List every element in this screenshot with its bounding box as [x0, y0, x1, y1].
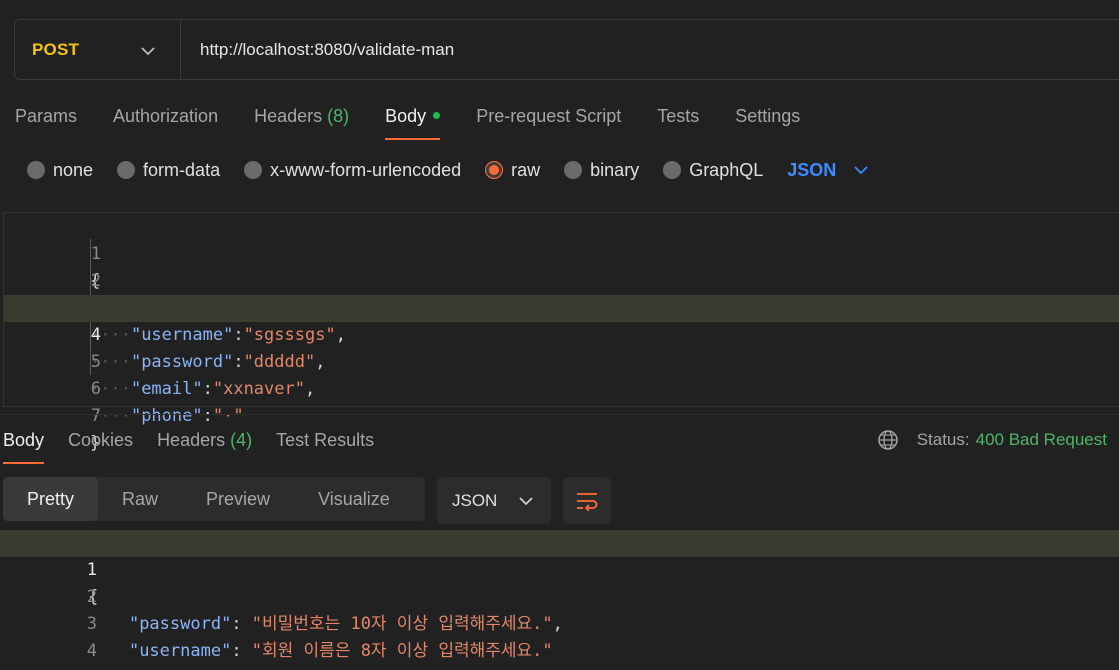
tab-label: Authorization — [113, 106, 219, 126]
tab-label: Test Results — [276, 430, 375, 450]
tab-label: Body — [385, 106, 427, 126]
radio-circle-icon — [117, 161, 136, 179]
json-value: "·" — [212, 406, 244, 426]
body-language-label: JSON — [787, 159, 837, 180]
wrap-lines-icon — [577, 492, 598, 511]
tab-label: Headers — [157, 430, 226, 450]
chevron-down-icon — [141, 47, 155, 56]
radio-selected-icon — [485, 161, 504, 179]
headers-count: (8) — [327, 106, 350, 126]
tab-label: Headers — [254, 106, 323, 126]
chevron-down-icon — [854, 166, 868, 175]
tab-label: Tests — [657, 106, 700, 126]
body-type-selector: none form-data x-www-form-urlencoded raw… — [27, 158, 868, 182]
editor-line: 1 { — [4, 214, 1119, 291]
status-label: Status: — [916, 430, 970, 449]
globe-icon[interactable] — [877, 429, 899, 451]
view-raw[interactable]: Raw — [98, 477, 182, 521]
tab-params[interactable]: Params — [15, 104, 77, 140]
radio-x-www-form-urlencoded[interactable]: x-www-form-urlencoded — [244, 160, 461, 181]
tab-authorization[interactable]: Authorization — [113, 104, 218, 140]
response-format-label: JSON — [452, 490, 498, 510]
editor-line: 7 } — [4, 376, 1119, 453]
radio-binary[interactable]: binary — [564, 160, 639, 181]
line-number: 7 — [90, 406, 101, 426]
response-line-current: 1 { — [0, 530, 1119, 607]
view-pretty[interactable]: Pretty — [3, 477, 99, 521]
editor-line: 6 ····"phone":"·" — [4, 349, 1119, 426]
request-tabs: Params Authorization Headers (8) Body Pr… — [15, 104, 836, 140]
json-key: "phone" — [130, 406, 203, 426]
tab-label: Settings — [735, 106, 801, 126]
radio-label: raw — [511, 159, 541, 180]
tab-label: Body — [3, 430, 45, 450]
method-selector[interactable]: POST — [15, 20, 181, 79]
editor-line: 3 ····"username":"sgsssgs", — [4, 268, 1119, 345]
json-key: "username" — [128, 641, 232, 661]
editor-line: 2 ····"id":1, — [4, 241, 1119, 318]
response-tabs: Body Cookies Headers (4) Test Results — [3, 428, 398, 464]
tab-response-headers[interactable]: Headers (4) — [157, 428, 252, 464]
chevron-down-icon — [519, 496, 533, 505]
response-status: Status: 400 Bad Request — [877, 428, 1107, 452]
radio-label: GraphQL — [689, 159, 764, 180]
headers-count: (4) — [230, 430, 253, 450]
status-value[interactable]: 400 Bad Request — [976, 430, 1107, 450]
tab-label: Params — [15, 106, 78, 126]
radio-label: x-www-form-urlencoded — [270, 159, 462, 180]
tab-tests[interactable]: Tests — [657, 104, 699, 140]
body-language-dropdown[interactable]: JSON — [787, 160, 868, 181]
code-text: } — [88, 665, 98, 670]
request-url-bar: POST http://localhost:8080/validate-man — [14, 19, 1119, 80]
view-visualize[interactable]: Visualize — [294, 477, 414, 521]
method-label: POST — [32, 39, 80, 59]
pane-divider[interactable] — [0, 414, 1119, 415]
radio-label: form-data — [143, 159, 221, 180]
response-line: 3 "username": "회원 이름은 8자 이상 입력해주세요." — [0, 584, 1119, 661]
body-indicator-dot — [433, 111, 441, 119]
radio-graphql[interactable]: GraphQL — [663, 160, 763, 181]
wrap-lines-button[interactable] — [563, 477, 611, 524]
request-body-editor[interactable]: 1 { 2 ····"id":1, 3 ····"username":"sgss… — [3, 212, 1119, 453]
radio-label: none — [53, 159, 94, 180]
tab-cookies[interactable]: Cookies — [68, 428, 133, 464]
view-mode-selector: Pretty Raw Preview Visualize — [3, 477, 425, 521]
radio-circle-icon — [564, 161, 583, 179]
view-preview[interactable]: Preview — [182, 477, 294, 521]
tab-label: Pre-request Script — [476, 106, 622, 126]
radio-form-data[interactable]: form-data — [117, 160, 220, 181]
url-input[interactable]: http://localhost:8080/validate-man — [181, 40, 454, 60]
json-value: "회원 이름은 8자 이상 입력해주세요." — [251, 641, 553, 661]
radio-none[interactable]: none — [27, 160, 93, 181]
tab-label: Cookies — [68, 430, 134, 450]
line-number: 4 — [86, 641, 97, 661]
radio-label: binary — [590, 159, 640, 180]
editor-line: 5 ····"email":"xxnaver", — [4, 322, 1119, 399]
tab-pre-request-script[interactable]: Pre-request Script — [476, 104, 621, 140]
editor-line-current: 4 ····"password":"ddddd", — [4, 295, 1119, 372]
tab-body[interactable]: Body — [385, 104, 441, 140]
tab-settings[interactable]: Settings — [735, 104, 800, 140]
tab-response-body[interactable]: Body — [3, 428, 45, 464]
response-body-viewer[interactable]: 1 { 2 "password": "비밀번호는 10자 이상 입력해주세요."… — [0, 530, 1119, 670]
radio-raw[interactable]: raw — [485, 160, 540, 181]
radio-circle-icon — [244, 161, 263, 179]
radio-circle-icon — [663, 161, 682, 179]
response-format-dropdown[interactable]: JSON — [437, 477, 551, 524]
response-line: 2 "password": "비밀번호는 10자 이상 입력해주세요.", — [0, 557, 1119, 634]
tab-headers[interactable]: Headers (8) — [254, 104, 349, 140]
response-line: 4 } — [0, 611, 1119, 670]
radio-circle-icon — [27, 161, 45, 179]
tab-test-results[interactable]: Test Results — [276, 428, 374, 464]
